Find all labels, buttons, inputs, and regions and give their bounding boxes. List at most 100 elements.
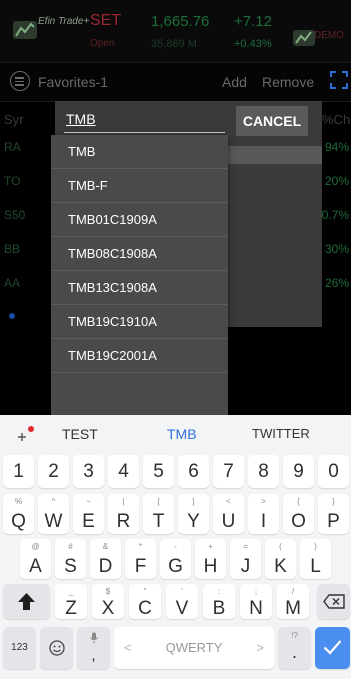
- key-b[interactable]: :B: [203, 584, 235, 619]
- key-r[interactable]: | R: [108, 494, 139, 534]
- key-k[interactable]: (K: [265, 539, 296, 579]
- key-label: G: [168, 556, 183, 577]
- space-bar-label: QWERTY: [165, 640, 223, 655]
- key-alt-label: =: [243, 542, 248, 551]
- key-alt-label: ^: [51, 497, 56, 506]
- numbers-mode-key[interactable]: 123: [3, 627, 36, 669]
- suggestion-item[interactable]: TMB01C1909A: [51, 203, 228, 237]
- key-x[interactable]: $ X: [92, 584, 124, 619]
- key-w[interactable]: ^ W: [38, 494, 69, 534]
- suggestion-item[interactable]: TMB19C2001A: [51, 339, 228, 373]
- key-p[interactable]: } P: [318, 494, 349, 534]
- key-label: 5: [153, 461, 164, 482]
- key-alt-label: [: [157, 497, 160, 506]
- key-q[interactable]: % Q: [3, 494, 34, 534]
- key-9[interactable]: 9: [283, 455, 314, 488]
- app-logo-text: Efin Trade+: [38, 16, 90, 27]
- key-label: W: [44, 511, 63, 532]
- key-2[interactable]: 2: [38, 455, 69, 488]
- key-n[interactable]: ; N: [240, 584, 272, 619]
- suggestion-label: TMB: [68, 144, 96, 159]
- key-alt-label: <: [226, 497, 231, 506]
- key-l[interactable]: ) L: [300, 539, 331, 579]
- key-label: V: [175, 598, 189, 619]
- key-v[interactable]: ' V: [166, 584, 198, 619]
- suggestion-item[interactable]: TMB-F: [51, 169, 228, 203]
- symbol-search-input[interactable]: TMB: [66, 111, 96, 127]
- voice-comma-key[interactable]: ,: [77, 627, 110, 669]
- key-d[interactable]: & D: [90, 539, 121, 579]
- key-j[interactable]: = J: [230, 539, 261, 579]
- suggestion-left[interactable]: TEST: [62, 415, 98, 453]
- remove-button[interactable]: Remove: [262, 74, 314, 90]
- emoji-key[interactable]: [40, 627, 73, 669]
- key-1[interactable]: 1: [3, 455, 34, 488]
- add-button[interactable]: Add: [222, 74, 247, 90]
- key-label: C: [138, 598, 152, 619]
- key-8[interactable]: 8: [248, 455, 279, 488]
- suggestion-item[interactable]: TMB08C1908A: [51, 237, 228, 271]
- suggestion-right[interactable]: TWITTER: [252, 415, 310, 453]
- market-name[interactable]: SET: [90, 12, 121, 30]
- enter-key[interactable]: [315, 627, 350, 669]
- suggestion-item[interactable]: TMB: [51, 135, 228, 169]
- key-t[interactable]: [T: [143, 494, 174, 534]
- key-c[interactable]: " C: [129, 584, 161, 619]
- emoji-icon: [49, 640, 65, 656]
- key-label: N: [249, 598, 263, 619]
- favorites-selector[interactable]: Favorites-1: [38, 74, 108, 90]
- key-0[interactable]: 0: [318, 455, 349, 488]
- suggestion-label: TMB-F: [68, 178, 108, 193]
- suggestion-center[interactable]: TMB: [167, 415, 197, 453]
- key-3[interactable]: 3: [73, 455, 104, 488]
- key-label: 1: [13, 461, 24, 482]
- cancel-button[interactable]: CANCEL: [236, 106, 308, 136]
- add-word-icon[interactable]: [14, 424, 36, 444]
- key-alt-label: ': [181, 587, 183, 596]
- key-label: L: [310, 556, 321, 577]
- expand-icon[interactable]: [330, 71, 348, 89]
- search-input-underline: [64, 132, 225, 133]
- key-label: X: [101, 598, 115, 619]
- key-alt-label: {: [297, 497, 300, 506]
- key-alt-label: -: [174, 542, 177, 551]
- key-y[interactable]: ] Y: [178, 494, 209, 534]
- key-label: H: [203, 556, 218, 577]
- key-5[interactable]: 5: [143, 455, 174, 488]
- key-e[interactable]: ~ E: [73, 494, 104, 534]
- menu-icon[interactable]: [10, 71, 30, 91]
- key-alt-label: *: [138, 542, 143, 551]
- key-label: K: [274, 556, 287, 577]
- key-alt-label: _: [68, 587, 74, 596]
- key-label: 7: [223, 461, 234, 482]
- key-alt-label: ;: [254, 587, 258, 596]
- key-h[interactable]: + H: [195, 539, 226, 579]
- key-u[interactable]: < U: [213, 494, 244, 534]
- key-6[interactable]: 6: [178, 455, 209, 488]
- key-a[interactable]: @ A: [20, 539, 51, 579]
- key-label: J: [240, 556, 251, 577]
- suggestion-label: TMB01C1909A: [68, 212, 157, 227]
- key-label: F: [134, 556, 147, 577]
- shift-key[interactable]: [3, 584, 50, 619]
- key-g[interactable]: -G: [160, 539, 191, 579]
- demo-logo-icon[interactable]: [292, 28, 316, 48]
- key-o[interactable]: {O: [283, 494, 314, 534]
- period-key[interactable]: !? .: [278, 627, 311, 669]
- suggestion-item[interactable]: TMB13C1908A: [51, 271, 228, 305]
- key-f[interactable]: * F: [125, 539, 156, 579]
- key-alt-label: @: [31, 542, 40, 551]
- key-z[interactable]: _ Z: [55, 584, 87, 619]
- stock-pct-change: 20%: [324, 174, 349, 188]
- space-bar[interactable]: < QWERTY >: [114, 627, 274, 669]
- key-m[interactable]: / M: [277, 584, 309, 619]
- index-volume: 35,869 M: [151, 38, 197, 50]
- key-4[interactable]: 4: [108, 455, 139, 488]
- key-7[interactable]: 7: [213, 455, 244, 488]
- key-s[interactable]: # S: [55, 539, 86, 579]
- key-i[interactable]: > I: [248, 494, 279, 534]
- backspace-key[interactable]: [317, 584, 350, 619]
- key-label: U: [221, 511, 236, 532]
- key-alt-label: &: [102, 542, 109, 551]
- suggestion-item[interactable]: TMB19C1910A: [51, 305, 228, 339]
